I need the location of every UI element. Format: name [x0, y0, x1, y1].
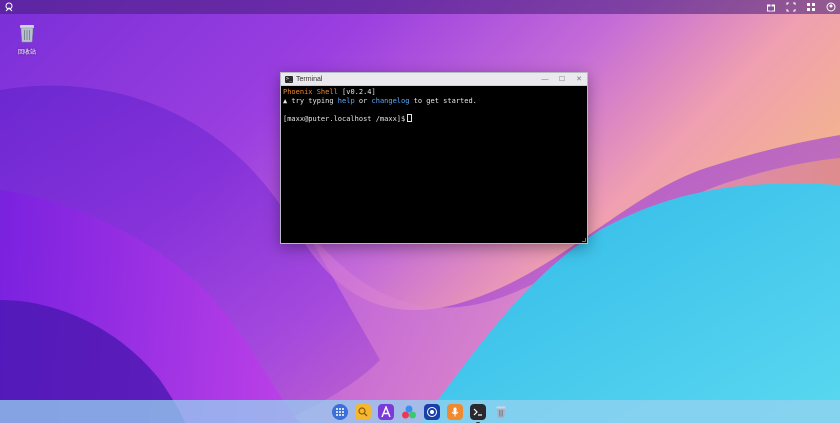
top-bar: [0, 0, 840, 14]
hint-text: to get started.: [409, 96, 477, 105]
trash-icon[interactable]: [493, 404, 509, 420]
changelog-command: changelog: [371, 96, 410, 105]
terminal-output[interactable]: Phoenix Shell [v0.2.4] ▲ try typing help…: [281, 86, 587, 125]
window-titlebar[interactable]: >_ Terminal — ☐ ✕: [281, 73, 587, 86]
shell-prompt: [maxx@puter.localhost /maxx]$: [283, 114, 406, 123]
browser-icon[interactable]: [423, 403, 440, 420]
taskbar: [0, 400, 840, 423]
logo-icon[interactable]: [4, 2, 14, 12]
hint-text: try typing: [287, 96, 338, 105]
maximize-button[interactable]: ☐: [558, 75, 566, 83]
fullscreen-icon[interactable]: [786, 2, 796, 12]
minimize-button[interactable]: —: [541, 75, 549, 83]
folder-icon[interactable]: [354, 403, 371, 420]
text-editor-icon[interactable]: [377, 403, 394, 420]
user-icon[interactable]: [826, 2, 836, 12]
terminal-icon: >_: [285, 75, 293, 83]
grid-icon[interactable]: [806, 2, 816, 12]
desktop-item-trash[interactable]: 回收站: [10, 22, 44, 56]
trash-icon: [16, 22, 38, 44]
resize-handle[interactable]: [582, 238, 586, 242]
shell-version: [v0.2.4]: [337, 88, 376, 96]
desktop-item-label: 回收站: [17, 50, 36, 56]
window-title: Terminal: [296, 75, 323, 83]
hint-text: or: [354, 96, 372, 105]
app-center-icon[interactable]: [401, 404, 417, 420]
microphone-icon[interactable]: [446, 403, 463, 420]
close-button[interactable]: ✕: [575, 75, 583, 83]
terminal-window[interactable]: >_ Terminal — ☐ ✕ Phoenix Shell [v0.2.4]…: [280, 72, 588, 244]
launcher-icon[interactable]: [331, 403, 348, 420]
text-cursor: [407, 113, 413, 122]
help-command: help: [337, 96, 355, 105]
shell-name: Phoenix Shell: [283, 88, 338, 96]
gift-icon[interactable]: [766, 2, 776, 12]
terminal-icon[interactable]: [469, 403, 486, 423]
